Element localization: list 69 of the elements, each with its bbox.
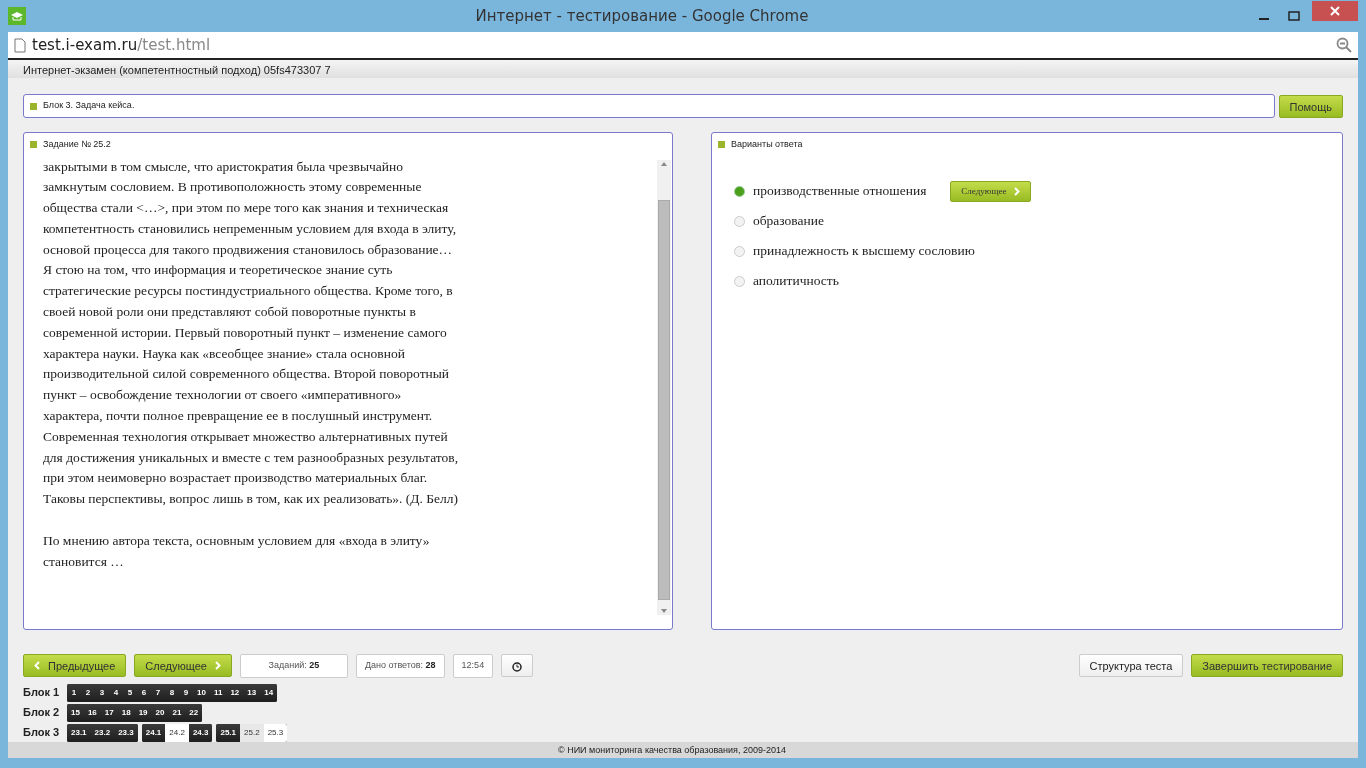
block-label: Блок 3 [23,725,61,741]
block-title: Блок 3. Задача кейса. [43,99,135,113]
question-number[interactable]: 23.2 [90,723,115,742]
question-number[interactable]: 25.2 [240,723,264,742]
help-button[interactable]: Помощь [1278,94,1343,118]
question-number[interactable]: 24.1 [141,723,166,742]
question-number[interactable]: 1 [67,683,81,702]
square-bullet-icon [30,102,37,110]
exam-title: Интернет-экзамен (компетентностный подход) 05fs473307 7 [23,64,331,76]
option-label[interactable]: аполитичность [753,271,839,292]
question-number[interactable]: 23.1 [67,723,91,742]
question-number[interactable]: 24.3 [188,723,213,742]
next-button[interactable]: Следующее [950,180,1032,203]
question-number[interactable]: 3 [95,683,109,702]
answers-title: Варианты ответа [731,138,803,151]
question-number[interactable]: 7 [151,683,165,702]
test-structure-button[interactable]: Структура теста [1078,654,1184,678]
question-number[interactable]: 12 [226,683,244,702]
page-icon [14,37,26,53]
clock-icon [512,662,523,673]
finish-button[interactable]: Завершить тестирование [1191,654,1343,678]
question-number[interactable]: 15 [67,703,84,722]
passage-text: По мнению автора текста, основным условием для «входа в элиту» становится … [43,531,431,571]
chevron-right-icon [214,661,221,671]
question-number[interactable]: 6 [137,683,151,702]
question-number[interactable]: 13 [243,683,261,702]
question-number[interactable]: 9 [179,683,193,702]
tasks-counter: Заданий: 25 [239,654,348,678]
question-number[interactable]: 25.1 [216,723,241,742]
passage-text: закрытыми в том смысле, что аристократия была чрезвычайно замкнутым сословием. В противоположность этому современные общества стали <…>, при этом по мере того как знания и техническая компетентность становились непременным условием для входа в элиту, основой процесса для такого продвижения становилось образование… Я стою на том, что информация и теоретическое знание суть стратегические ресурсы постиндустриального общества. Кроме того, в своей новой роли они представляют собой поворотные пункты в современной истории. Первый поворотный пункт – изменение самого характера науки. Наука как «всеобщее знание» стала основной производительной силой современного общества. Второй поворотный пункт – освобождение технологии от своего «императивного» характера, почти полное превращение ее в послушный инструмент. Современная технология открывает множество альтернативных путей для достижения уникальных и вместе с тем разнообразных результатов, при этом неимоверно возрастает производство материальных благ. Таковы перспективы, вопрос лишь в том, как их реализовать». (Д. Белл) [43,157,460,509]
question-number[interactable]: 24.2 [165,723,189,742]
question-number[interactable]: 10 [193,683,210,702]
scroll-down-arrow-icon[interactable] [660,607,668,615]
block-label: Блок 1 [23,685,61,701]
option-label[interactable]: принадлежность к высшему сословию [753,241,975,262]
radio-button[interactable] [734,216,745,227]
question-number[interactable]: 14 [260,683,278,702]
zoom-out-icon[interactable] [1336,37,1352,53]
question-number[interactable]: 2 [81,683,95,702]
option-label[interactable]: производственные отношения [753,181,927,202]
task-title: Задание № 25.2 [43,138,111,151]
close-icon[interactable] [1312,1,1358,21]
radio-button[interactable] [734,186,745,197]
square-bullet-icon [718,141,725,149]
clock-button[interactable] [501,654,534,678]
square-bullet-icon [30,141,37,149]
timer: 12:54 [452,654,494,678]
chevron-left-icon [34,661,40,671]
question-number[interactable]: 4 [109,683,123,702]
question-number[interactable]: 25.3 [263,723,288,742]
maximize-icon[interactable] [1288,10,1300,22]
question-number[interactable]: 23.3 [114,723,138,742]
radio-button[interactable] [734,246,745,257]
option-label[interactable]: образование [753,211,824,232]
scrollbar[interactable] [657,159,671,615]
app-logo-icon [8,7,26,25]
question-number[interactable]: 8 [165,683,179,702]
question-number[interactable]: 5 [123,683,137,702]
next-button[interactable]: Следующее [134,654,232,678]
answers-counter: Дано ответов: 28 [355,654,445,678]
question-number[interactable]: 21 [168,703,186,722]
question-number[interactable]: 22 [185,703,203,722]
block-label: Блок 2 [23,705,61,721]
window-title: Интернет - тестирование - Google Chrome [474,5,810,27]
previous-button[interactable]: Предыдущее [23,654,127,678]
chevron-right-icon [1014,187,1021,196]
copyright-text: © НИИ мониторинга качества образования, 2009-2014 [558,745,787,755]
url-text[interactable]: test.i-exam.ru/test.html [32,33,211,57]
radio-button[interactable] [734,276,745,287]
